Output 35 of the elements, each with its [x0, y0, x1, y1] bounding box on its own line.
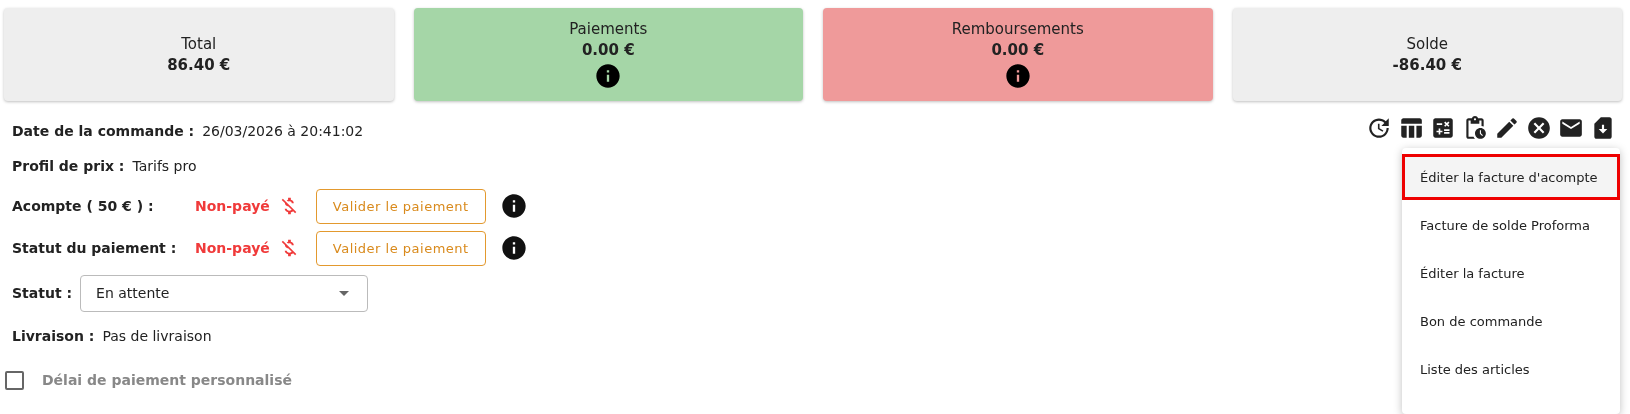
- status-select[interactable]: En attente: [80, 274, 369, 312]
- payment-status: Non-payé: [195, 240, 270, 256]
- card-title: Remboursements: [951, 19, 1084, 38]
- pencil-icon[interactable]: [1494, 115, 1520, 141]
- field-label: Acompte ( 50 € ) :: [12, 198, 155, 214]
- menu-item[interactable]: Éditer la facture d'acompte: [1402, 154, 1620, 200]
- card-title: Solde: [1406, 35, 1449, 53]
- field-label: Date de la commande :: [12, 123, 195, 139]
- field-label: Profil de prix :: [12, 158, 125, 174]
- field-value: Tarifs pro: [132, 158, 197, 174]
- payment-status: Non-payé: [195, 198, 270, 214]
- caret-icon: [339, 290, 350, 296]
- field-label: Statut du paiement :: [12, 240, 178, 256]
- menu-item[interactable]: Liste des articles: [1402, 346, 1620, 392]
- menu-item[interactable]: Facture de solde Proforma: [1402, 202, 1620, 248]
- info-icon[interactable]: [499, 192, 528, 220]
- card-title: Paiements: [569, 19, 648, 38]
- field-value: 26/03/2026 à 20:41:02: [202, 123, 364, 139]
- card-amount: 0.00 €: [581, 40, 635, 59]
- card-title: Total: [181, 35, 217, 53]
- checkbox-label: Délai de paiement personnalisé: [42, 372, 292, 388]
- card-amount: 86.40 €: [167, 56, 231, 74]
- info-icon[interactable]: [594, 61, 623, 90]
- calculator-icon[interactable]: [1430, 115, 1456, 141]
- field-value: Pas de livraison: [102, 328, 212, 344]
- table-icon[interactable]: [1398, 115, 1424, 141]
- close-icon[interactable]: [1526, 115, 1552, 141]
- menu-item[interactable]: Bon de commande: [1402, 298, 1620, 344]
- field-label: Statut :: [12, 285, 73, 301]
- menu-item[interactable]: Éditer la facture: [1402, 250, 1620, 296]
- info-icon[interactable]: [499, 234, 528, 262]
- card-amount: 0.00 €: [991, 40, 1045, 59]
- info-icon[interactable]: [1003, 61, 1032, 90]
- card-amount: -86.40 €: [1392, 56, 1462, 74]
- field-label: Livraison :: [12, 328, 95, 344]
